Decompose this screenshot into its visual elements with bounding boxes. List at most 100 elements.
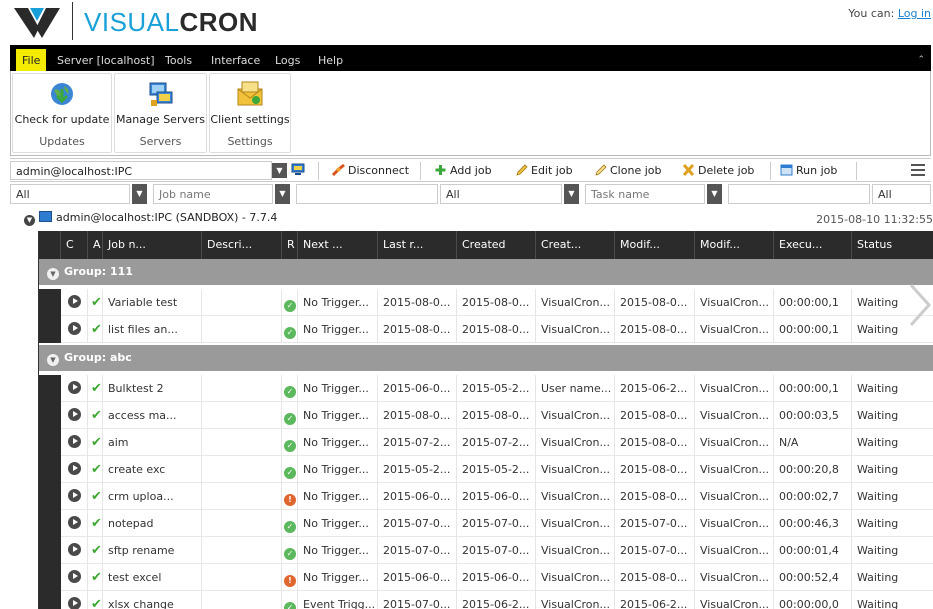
check-for-update-button[interactable]: Check for update — [13, 74, 111, 130]
hamburger-menu-icon[interactable] — [911, 164, 925, 176]
job-name-filter[interactable]: Job name — [153, 184, 273, 204]
row-selector[interactable] — [39, 564, 61, 591]
chevron-down-icon[interactable]: ▼ — [275, 184, 290, 204]
play-icon[interactable] — [68, 435, 81, 448]
add-job-button[interactable]: Add job — [434, 164, 492, 177]
col-c-cell[interactable] — [61, 429, 88, 456]
active-check-icon[interactable]: ✔ — [91, 408, 102, 423]
play-icon[interactable] — [68, 543, 81, 556]
chevron-right-icon[interactable] — [903, 282, 933, 328]
table-row[interactable]: ✔ crm uploa...! No Trigger... 2015-06-0... 2… — [39, 483, 933, 510]
menu-tools[interactable]: Tools — [165, 54, 192, 67]
active-check-icon[interactable]: ✔ — [91, 435, 102, 450]
table-row[interactable]: ✔ xlsx change ✓ Event Trigg... 2015-07-0... 2… — [39, 591, 933, 609]
col-a-cell[interactable]: ✔ — [88, 456, 103, 483]
row-selector[interactable] — [39, 456, 61, 483]
table-row[interactable]: ✔ aim ✓ No Trigger... 2015-07-2... 2015-07-2.… — [39, 429, 933, 456]
col-a-cell[interactable]: ✔ — [88, 591, 103, 609]
active-check-icon[interactable]: ✔ — [91, 489, 102, 504]
row-selector[interactable] — [39, 375, 61, 402]
status-filter[interactable]: All — [440, 184, 562, 204]
col-a-cell[interactable]: ✔ — [88, 537, 103, 564]
play-icon[interactable] — [68, 489, 81, 502]
table-row[interactable]: ✔ Variable test ✓ No Trigger... 2015-08-0...… — [39, 289, 933, 316]
header-col-next-run[interactable]: Next ... — [298, 231, 378, 259]
header-col-last-run[interactable]: Last r... — [378, 231, 457, 259]
table-row[interactable]: ✔ Bulktest 2 ✓ No Trigger... 2015-06-0... 201… — [39, 375, 933, 402]
group-header[interactable]: ▼ Group: abc — [39, 345, 933, 371]
table-row[interactable]: ✔ test excel! No Trigger... 2015-06-0... 201… — [39, 564, 933, 591]
chevron-down-icon[interactable]: ▼ — [132, 184, 147, 204]
active-check-icon[interactable]: ✔ — [91, 295, 102, 310]
chevron-down-icon[interactable]: ▼ — [707, 184, 722, 204]
row-selector[interactable] — [39, 591, 61, 609]
header-col-created-by[interactable]: Creat... — [536, 231, 615, 259]
job-name-search-input[interactable] — [296, 184, 438, 204]
col-a-cell[interactable]: ✔ — [88, 483, 103, 510]
play-icon[interactable] — [68, 295, 81, 308]
chevron-down-icon[interactable]: ▼ — [272, 163, 287, 178]
header-col-job-name[interactable]: Job n... — [103, 231, 202, 259]
play-icon[interactable] — [68, 322, 81, 335]
active-check-icon[interactable]: ✔ — [91, 516, 102, 531]
col-c-cell[interactable] — [61, 537, 88, 564]
active-check-icon[interactable]: ✔ — [91, 322, 102, 337]
delete-job-button[interactable]: Delete job — [682, 164, 754, 177]
group-header[interactable]: ▼ Group: 111 — [39, 259, 933, 285]
task-name-filter[interactable]: Task name — [585, 184, 705, 204]
row-selector[interactable] — [39, 316, 61, 343]
header-col-result[interactable]: R — [282, 231, 298, 259]
server-connect-icon[interactable] — [291, 163, 305, 176]
header-col-status[interactable]: Status — [852, 231, 933, 259]
col-c-cell[interactable] — [61, 483, 88, 510]
active-check-icon[interactable]: ✔ — [91, 381, 102, 396]
table-row[interactable]: ✔ notepad ✓ No Trigger... 2015-07-0... 2015-0… — [39, 510, 933, 537]
run-job-button[interactable]: Run job — [780, 164, 837, 177]
row-selector[interactable] — [39, 510, 61, 537]
play-icon[interactable] — [68, 597, 81, 609]
row-selector[interactable] — [39, 537, 61, 564]
col-a-cell[interactable]: ✔ — [88, 564, 103, 591]
play-icon[interactable] — [68, 462, 81, 475]
row-selector[interactable] — [39, 402, 61, 429]
client-settings-button[interactable]: Client settings — [210, 74, 290, 130]
table-row[interactable]: ✔ list files an... ✓ No Trigger... 2015-08-0… — [39, 316, 933, 343]
chevron-up-icon[interactable]: ⌃ — [917, 55, 925, 65]
manage-servers-button[interactable]: Manage Servers — [115, 74, 206, 130]
task-status-filter[interactable]: All — [872, 184, 931, 204]
disconnect-button[interactable]: Disconnect — [332, 164, 409, 177]
col-c-cell[interactable] — [61, 510, 88, 537]
table-row[interactable]: ✔ sftp rename ✓ No Trigger... 2015-07-0... 20… — [39, 537, 933, 564]
col-a-cell[interactable]: ✔ — [88, 375, 103, 402]
col-c-cell[interactable] — [61, 289, 88, 316]
active-check-icon[interactable]: ✔ — [91, 462, 102, 477]
play-icon[interactable] — [68, 516, 81, 529]
active-check-icon[interactable]: ✔ — [91, 597, 102, 609]
col-c-cell[interactable] — [61, 316, 88, 343]
menu-logs[interactable]: Logs — [275, 54, 300, 67]
group-filter[interactable]: All — [10, 184, 130, 204]
menu-help[interactable]: Help — [318, 54, 343, 67]
col-a-cell[interactable]: ✔ — [88, 316, 103, 343]
menu-file[interactable]: File — [16, 49, 47, 71]
collapse-icon[interactable]: ▼ — [24, 215, 35, 226]
col-a-cell[interactable]: ✔ — [88, 510, 103, 537]
server-select[interactable]: admin@localhost:IPC ▼ — [10, 161, 287, 180]
active-check-icon[interactable]: ✔ — [91, 570, 102, 585]
col-c-cell[interactable] — [61, 375, 88, 402]
menu-interface[interactable]: Interface — [211, 54, 260, 67]
header-col-a[interactable]: A — [88, 231, 103, 259]
collapse-icon[interactable]: ▼ — [47, 268, 59, 280]
col-a-cell[interactable]: ✔ — [88, 402, 103, 429]
play-icon[interactable] — [68, 381, 81, 394]
server-node[interactable]: ▼ admin@localhost:IPC (SANDBOX) - 7.7.4 — [24, 211, 277, 226]
col-c-cell[interactable] — [61, 564, 88, 591]
col-c-cell[interactable] — [61, 591, 88, 609]
clone-job-button[interactable]: Clone job — [594, 164, 661, 177]
col-c-cell[interactable] — [61, 402, 88, 429]
row-selector[interactable] — [39, 429, 61, 456]
menu-server[interactable]: Server [localhost] — [57, 54, 155, 67]
table-row[interactable]: ✔ access ma... ✓ No Trigger... 2015-08-0... 2… — [39, 402, 933, 429]
chevron-down-icon[interactable]: ▼ — [564, 184, 579, 204]
header-col-modified[interactable]: Modif... — [615, 231, 695, 259]
